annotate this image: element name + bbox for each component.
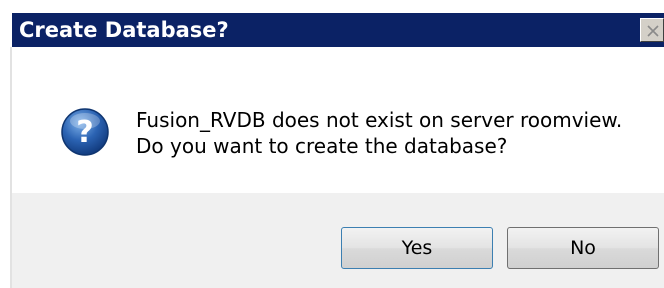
yes-button[interactable]: Yes <box>341 227 493 269</box>
question-icon: ? <box>61 108 109 156</box>
message-line-1: Fusion_RVDB does not exist on server roo… <box>136 108 623 132</box>
create-database-dialog: Create Database? ? Fusion_RVDB does not … <box>0 0 664 288</box>
close-button[interactable] <box>640 18 664 42</box>
message-line-2: Do you want to create the database? <box>136 134 508 158</box>
message-area: ? Fusion_RVDB does not exist on server r… <box>12 47 664 193</box>
close-icon <box>647 25 659 37</box>
message-text: Fusion_RVDB does not exist on server roo… <box>136 107 622 159</box>
dialog-title: Create Database? <box>19 18 229 42</box>
title-bar[interactable]: Create Database? <box>12 13 664 47</box>
svg-text:?: ? <box>76 115 93 150</box>
button-bar: Yes No <box>12 193 664 288</box>
no-button[interactable]: No <box>507 227 659 269</box>
